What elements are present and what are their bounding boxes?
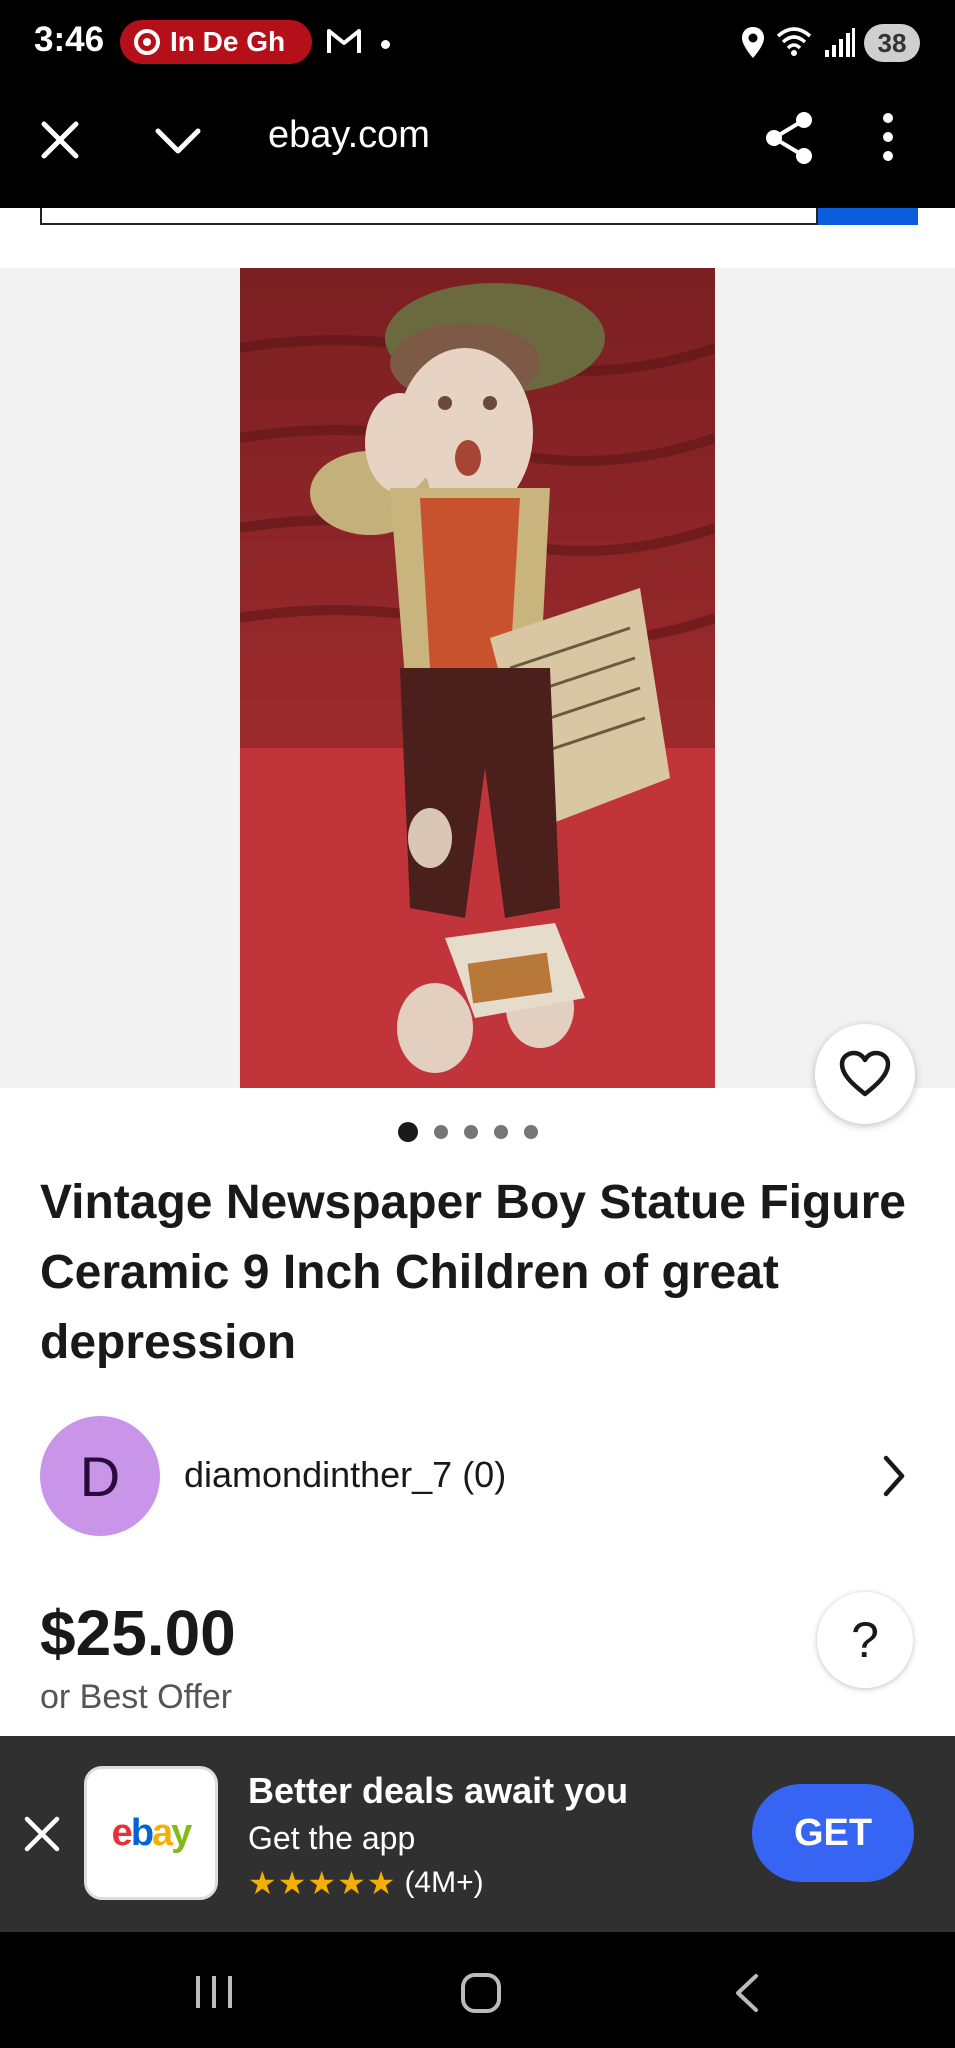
more-vert-icon[interactable] [880, 112, 896, 167]
help-button[interactable]: ? [817, 1592, 913, 1688]
recents-icon[interactable] [194, 1972, 234, 2017]
pagination-dot[interactable] [434, 1125, 448, 1139]
notification-pill[interactable]: In De Gh [120, 20, 312, 64]
get-app-button[interactable]: GET [752, 1784, 914, 1882]
seller-row[interactable]: D diamondinther_7 (0) [40, 1416, 920, 1536]
banner-title: Better deals await you [248, 1770, 629, 1811]
best-offer-label: or Best Offer [40, 1678, 233, 1716]
location-icon [740, 26, 766, 65]
target-icon [134, 29, 160, 55]
chevron-right-icon [880, 1454, 908, 1503]
status-bar: 3:46 In De Gh 38 [0, 0, 955, 88]
banner-subtitle: Get the app [248, 1820, 416, 1856]
share-icon[interactable] [762, 110, 816, 171]
page-content: Vintage Newspaper Boy Statue Figure Cera… [0, 208, 955, 1736]
browser-toolbar: ebay.com [0, 88, 955, 208]
seller-name: diamondinther_7 (0) [184, 1454, 507, 1495]
star-rating-icon: ★★★★★ [248, 1865, 397, 1901]
url-bar[interactable]: ebay.com [268, 114, 430, 157]
pagination-dot[interactable] [398, 1122, 418, 1142]
ebay-logo: ebay [84, 1766, 218, 1900]
search-button[interactable] [818, 208, 918, 225]
listing-title: Vintage Newspaper Boy Statue Figure Cera… [40, 1176, 906, 1369]
watchlist-button[interactable] [815, 1024, 915, 1124]
avatar: D [40, 1416, 160, 1536]
chevron-down-icon[interactable] [154, 126, 202, 161]
status-time: 3:46 [34, 20, 105, 59]
rating-count: (4M+) [404, 1866, 484, 1899]
signal-icon [824, 28, 856, 63]
pagination-dot[interactable] [524, 1125, 538, 1139]
back-icon[interactable] [732, 1972, 762, 2019]
app-install-banner: ebay Better deals await you Get the app … [0, 1736, 955, 1932]
product-image[interactable] [240, 268, 715, 1088]
image-gallery[interactable] [0, 268, 955, 1088]
notification-dot [381, 40, 390, 49]
close-icon[interactable] [38, 118, 82, 167]
pagination-dot[interactable] [464, 1125, 478, 1139]
search-input[interactable] [40, 208, 818, 225]
app-rating: ★★★★★ (4M+) [248, 1864, 484, 1902]
pagination-dot[interactable] [494, 1125, 508, 1139]
battery-icon: 38 [864, 24, 920, 62]
wifi-icon [776, 26, 812, 63]
notification-pill-label: In De Gh [170, 26, 286, 57]
close-icon[interactable] [22, 1814, 62, 1859]
heart-icon [839, 1050, 891, 1097]
image-pagination[interactable] [398, 1122, 538, 1142]
price: $25.00 [40, 1597, 236, 1669]
home-icon[interactable] [460, 1972, 502, 2019]
system-nav-bar [0, 1932, 955, 2048]
gmail-icon [326, 26, 362, 61]
